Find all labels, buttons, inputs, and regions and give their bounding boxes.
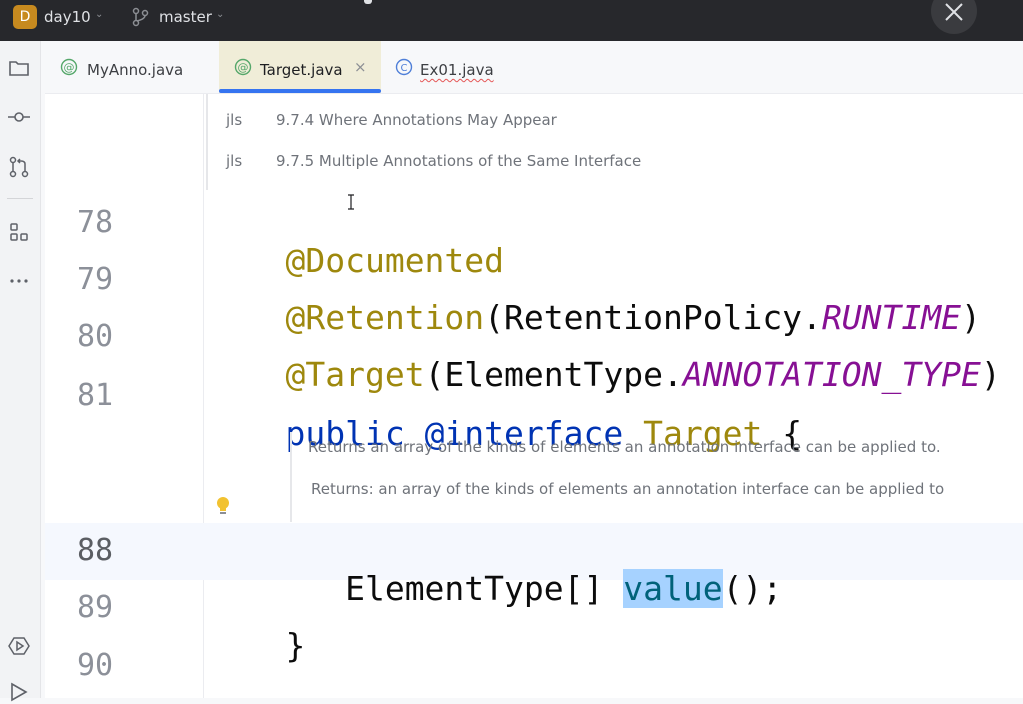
jls-ref[interactable]: jls 9.7.5 Multiple Annotations of the Sam… bbox=[226, 152, 641, 170]
annotation-icon: @ bbox=[234, 58, 252, 76]
project-badge[interactable]: D bbox=[13, 5, 37, 29]
code-editor[interactable]: jls 9.7.4 Where Annotations May Appear jl… bbox=[45, 94, 1023, 698]
services-icon[interactable] bbox=[8, 635, 30, 657]
tab-label: Ex01.java bbox=[420, 61, 494, 79]
close-icon bbox=[945, 3, 963, 21]
tool-window-bar bbox=[0, 41, 41, 702]
chevron-down-icon[interactable]: ⌄ bbox=[216, 9, 224, 20]
method-token: value bbox=[623, 569, 723, 608]
javadoc-refs: jls 9.7.4 Where Annotations May Appear jl… bbox=[206, 94, 1023, 190]
tab-label: Target.java bbox=[260, 61, 343, 79]
svg-text:C: C bbox=[401, 63, 408, 74]
more-icon[interactable] bbox=[8, 270, 30, 292]
tab-target[interactable]: @ Target.java × bbox=[219, 41, 381, 93]
pull-requests-icon[interactable] bbox=[8, 156, 30, 178]
run-icon[interactable] bbox=[8, 681, 30, 703]
rendered-javadoc: Returns an array of the kinds of element… bbox=[290, 432, 1023, 522]
line-number: 80 bbox=[77, 319, 114, 354]
chevron-down-icon[interactable]: ⌄ bbox=[95, 9, 103, 20]
tab-label: MyAnno.java bbox=[87, 61, 184, 79]
folder-icon[interactable] bbox=[8, 57, 30, 79]
active-tab-indicator bbox=[219, 89, 381, 93]
line-number: 79 bbox=[77, 262, 114, 297]
commit-icon[interactable] bbox=[8, 106, 30, 128]
toolbar-divider bbox=[7, 198, 33, 199]
close-button[interactable] bbox=[931, 0, 977, 34]
tab-close-button[interactable]: × bbox=[354, 58, 367, 76]
editor-tab-bar: @ MyAnno.java @ Target.java × C Ex01.jav… bbox=[45, 41, 1023, 94]
code-token: ) bbox=[980, 355, 1001, 394]
class-icon: C bbox=[395, 58, 413, 76]
line-number: 88 bbox=[77, 533, 114, 568]
code-line[interactable]: } bbox=[206, 587, 305, 704]
svg-text:@: @ bbox=[64, 61, 75, 74]
branch-name[interactable]: master bbox=[159, 8, 212, 26]
lightbulb-icon[interactable] bbox=[215, 496, 231, 516]
annotation-icon: @ bbox=[60, 58, 78, 76]
code-token: ElementType[] bbox=[285, 569, 624, 608]
line-number: 90 bbox=[77, 648, 114, 683]
line-number: 89 bbox=[77, 590, 114, 625]
javadoc-returns: Returns: an array of the kinds of elemen… bbox=[311, 480, 945, 498]
branch-icon[interactable] bbox=[132, 7, 150, 27]
svg-text:@: @ bbox=[238, 61, 249, 74]
structure-icon[interactable] bbox=[8, 221, 30, 243]
tab-myanno[interactable]: @ MyAnno.java bbox=[45, 41, 217, 93]
code-token: (); bbox=[722, 569, 783, 608]
project-name[interactable]: day10 bbox=[44, 8, 91, 26]
window-top-mark bbox=[364, 0, 372, 4]
tab-ex01[interactable]: C Ex01.java bbox=[385, 41, 545, 93]
line-number: 78 bbox=[77, 205, 114, 240]
title-bar: D day10 ⌄ master ⌄ bbox=[0, 0, 1023, 41]
code-token: } bbox=[285, 626, 306, 665]
line-gutter[interactable] bbox=[45, 94, 204, 698]
jls-ref[interactable]: jls 9.7.4 Where Annotations May Appear bbox=[226, 111, 557, 129]
line-number: 81 bbox=[77, 378, 114, 413]
javadoc-summary: Returns an array of the kinds of element… bbox=[308, 438, 941, 456]
